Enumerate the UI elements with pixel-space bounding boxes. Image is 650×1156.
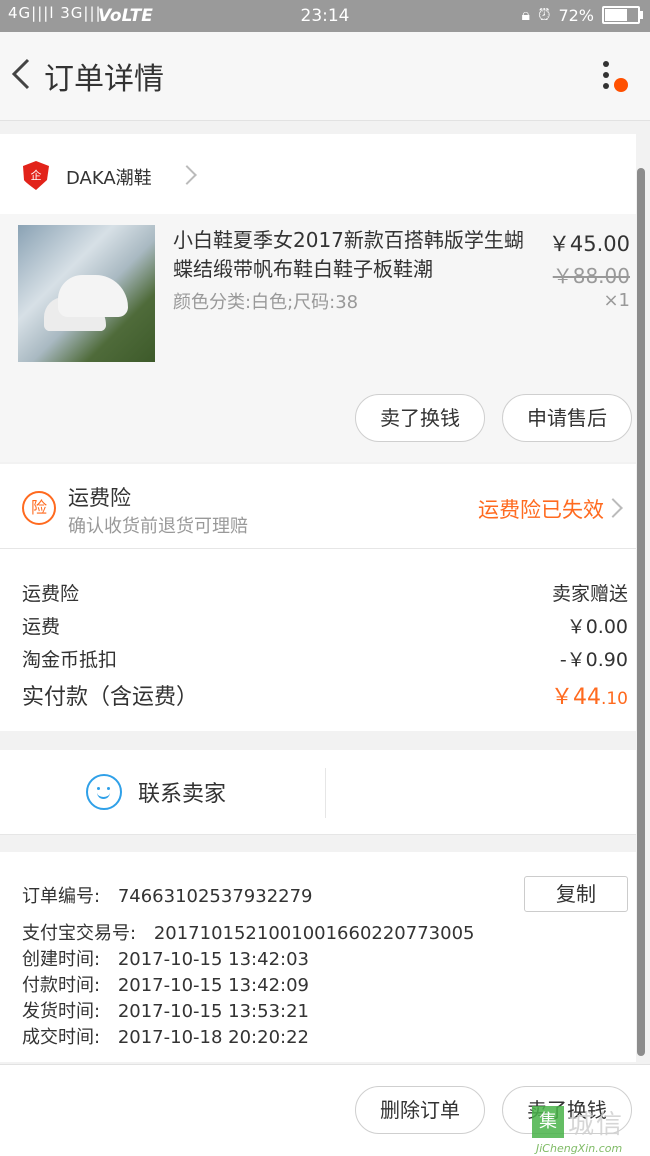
total-label: 实付款（含运费） (22, 685, 199, 710)
fee-label: 运费险 (22, 583, 80, 605)
total-currency: ￥ (550, 685, 573, 710)
insurance-title: 运费险 (68, 486, 131, 510)
scrollbar[interactable] (637, 168, 645, 1056)
product-image[interactable] (18, 225, 155, 362)
delete-order-button[interactable]: 删除订单 (355, 1086, 485, 1134)
more-menu-icon[interactable] (594, 56, 618, 96)
completed-time-row: 成交时间: 2017-10-18 20:20:22 (22, 1023, 309, 1049)
shoe-graphic (58, 275, 128, 317)
created-time-row: 创建时间: 2017-10-15 13:42:03 (22, 945, 309, 971)
order-info: 订单编号: 74663102537932279 复制 支付宝交易号: 20171… (0, 852, 636, 1062)
alipay-trade-row: 支付宝交易号: 2017101521001001660220773005 (22, 919, 474, 945)
watermark-text: 城信 (568, 1110, 625, 1140)
shipping-insurance-row[interactable]: 险 运费险 确认收货前退货可理赔 运费险已失效 (0, 464, 636, 549)
insurance-icon: 险 (22, 491, 56, 525)
battery-percent: 72% (558, 5, 594, 25)
paid-time-row: 付款时间: 2017-10-15 13:42:09 (22, 971, 309, 997)
back-arrow-icon[interactable] (8, 54, 38, 94)
divider (325, 768, 326, 818)
shop-badge-icon: 企 (23, 161, 49, 190)
copy-button[interactable]: 复制 (524, 876, 628, 912)
total-decimal: .10 (600, 689, 628, 709)
total-paid-row: 实付款（含运费） ￥44.10 (22, 679, 628, 711)
order-number-row: 订单编号: 74663102537932279 (22, 882, 313, 908)
insurance-status[interactable]: 运费险已失效 (478, 494, 604, 524)
status-bar: 4G|||l 3G||| VoLTE 23:14 🔒︎ ⏰︎ 72% (0, 0, 650, 32)
lock-rotation-icon: 🔒︎ (521, 5, 530, 24)
watermark-logo: 集 (532, 1106, 564, 1138)
info-value: 2017-10-15 13:42:09 (117, 975, 309, 996)
fee-value: -￥0.90 (559, 649, 628, 671)
battery-icon (602, 6, 643, 24)
info-value: 2017-10-15 13:53:21 (117, 1001, 309, 1022)
site-watermark: 集 城信 JiChengXin.com (532, 1104, 650, 1155)
product-quantity: ×1 (603, 290, 630, 311)
info-value: 2017-10-15 13:42:03 (117, 949, 309, 970)
status-right: 🔒︎ ⏰︎ 72% (521, 5, 643, 25)
info-label: 支付宝交易号: (22, 923, 137, 944)
shop-row[interactable]: 企 DAKA潮鞋 (0, 134, 636, 214)
app-header: 订单详情 (0, 32, 650, 121)
apply-after-sales-button[interactable]: 申请售后 (502, 394, 632, 442)
notification-dot (614, 78, 628, 92)
fee-row-insurance: 运费险 卖家赠送 (22, 579, 628, 606)
fee-label: 淘金币抵扣 (22, 649, 118, 671)
fee-row-coin-deduction: 淘金币抵扣 -￥0.90 (22, 645, 628, 672)
product-original-price: ￥88.00 (552, 264, 630, 288)
info-label: 订单编号: (22, 886, 101, 907)
insurance-subtitle: 确认收货前退货可理赔 (68, 516, 248, 537)
info-label: 付款时间: (22, 975, 101, 996)
order-number: 74663102537932279 (117, 886, 313, 907)
alarm-icon: ⏰︎ (537, 5, 551, 24)
contact-seller-bar: 联系卖家 (0, 750, 636, 835)
shop-name[interactable]: DAKA潮鞋 (66, 164, 152, 190)
fee-label: 运费 (22, 616, 61, 638)
sell-for-cash-button[interactable]: 卖了换钱 (355, 394, 485, 442)
info-label: 创建时间: (22, 949, 101, 970)
chevron-right-icon (603, 498, 623, 518)
info-label: 成交时间: (22, 1027, 101, 1048)
product-price: ￥45.00 (548, 232, 630, 256)
page-title: 订单详情 (44, 62, 164, 97)
total-amount: ￥44.10 (551, 679, 628, 711)
chevron-right-icon (177, 165, 197, 185)
fee-summary: 运费险 卖家赠送 运费 ￥0.00 淘金币抵扣 -￥0.90 实付款（含运费） … (0, 549, 636, 731)
total-integer: 44 (572, 685, 601, 710)
alipay-trade-number: 2017101521001001660220773005 (153, 923, 475, 944)
chat-face-icon[interactable] (86, 774, 122, 810)
product-spec: 颜色分类:白色;尺码:38 (173, 292, 359, 313)
battery-fill (605, 9, 627, 21)
fee-value: 卖家赠送 (551, 583, 628, 605)
contact-seller-button[interactable]: 联系卖家 (138, 776, 226, 808)
goods-item[interactable]: 小白鞋夏季女2017新款百搭韩版学生蝴蝶结缎带帆布鞋白鞋子板鞋潮 颜色分类:白色… (0, 214, 636, 462)
shipped-time-row: 发货时间: 2017-10-15 13:53:21 (22, 997, 309, 1023)
fee-value: ￥0.00 (566, 616, 628, 638)
watermark-url: JiChengXin.com (536, 1142, 623, 1155)
info-value: 2017-10-18 20:20:22 (117, 1027, 309, 1048)
info-label: 发货时间: (22, 1001, 101, 1022)
product-title[interactable]: 小白鞋夏季女2017新款百搭韩版学生蝴蝶结缎带帆布鞋白鞋子板鞋潮 (173, 226, 533, 284)
shop-badge-text: 企 (31, 168, 42, 182)
fee-row-shipping: 运费 ￥0.00 (22, 612, 628, 639)
